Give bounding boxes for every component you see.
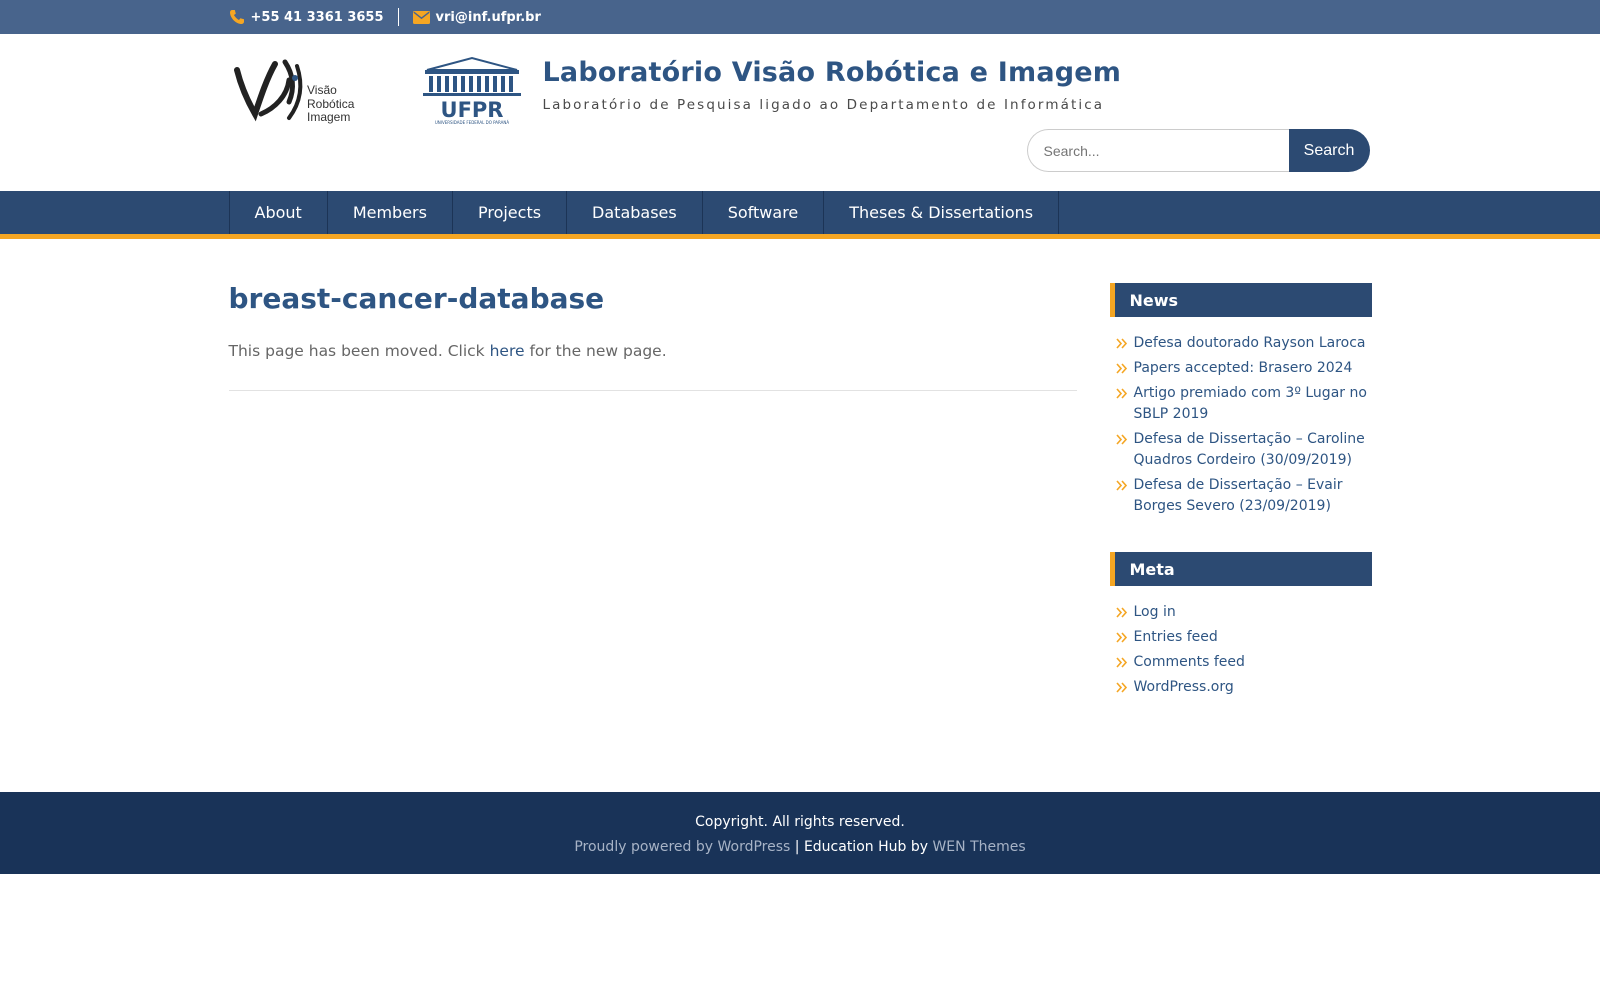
news-item-label: Defesa doutorado Rayson Laroca: [1133, 335, 1366, 351]
ufpr-text: UFPR: [440, 98, 503, 122]
page-text-after: for the new page.: [524, 341, 667, 360]
news-item-label: Papers accepted: Brasero 2024: [1133, 360, 1353, 376]
double-chevron-right-icon: [1115, 434, 1127, 445]
footer-separator: |: [790, 839, 804, 855]
news-item-label: Defesa de Dissertação – Evair Borges Sev…: [1133, 477, 1343, 514]
logo-text-visao: Visão: [307, 83, 337, 97]
news-item[interactable]: Defesa de Dissertação – Evair Borges Sev…: [1110, 475, 1372, 517]
news-widget-title: News: [1109, 283, 1372, 317]
site-footer: Copyright. All rights reserved. Proudly …: [0, 792, 1600, 874]
site-tagline: Laboratório de Pesquisa ligado ao Depart…: [542, 97, 1105, 113]
meta-item-wordpress[interactable]: WordPress.org: [1110, 677, 1372, 698]
phone-icon: [229, 10, 244, 24]
email-contact[interactable]: vri@inf.ufpr.br: [412, 9, 541, 25]
site-title[interactable]: Laboratório Visão Robótica e Imagem: [543, 57, 1122, 88]
ufpr-subtext: UNIVERSIDADE FEDERAL DO PARANÁ: [434, 120, 509, 125]
double-chevron-right-icon: [1115, 632, 1127, 643]
double-chevron-right-icon: [1115, 682, 1127, 693]
theme-name: Education Hub by: [803, 839, 933, 855]
logo-text-robotica: Robótica: [307, 97, 355, 111]
double-chevron-right-icon: [1115, 657, 1127, 668]
content-divider: [228, 389, 1077, 391]
powered-by: Proudly powered by WordPress | Education…: [0, 839, 1600, 855]
logo-text-imagem: Imagem: [307, 110, 350, 124]
phone-contact[interactable]: +55 41 3361 3655: [229, 9, 384, 25]
ufpr-logo[interactable]: UFPR UNIVERSIDADE FEDERAL DO PARANÁ: [419, 56, 525, 126]
page-title: breast-cancer-database: [228, 282, 605, 315]
site-header: Visão Robótica Imagem UFPR UNIVERSIDADE …: [229, 34, 1372, 191]
copyright-text: Copyright. All rights reserved.: [695, 814, 905, 830]
search-form: Search: [1026, 129, 1370, 172]
nav-item-about[interactable]: About: [228, 191, 327, 234]
envelope-icon: [412, 10, 430, 24]
topbar-divider: [397, 8, 399, 26]
main-navigation: About Members Projects Databases Softwar…: [0, 191, 1600, 239]
double-chevron-right-icon: [1115, 338, 1127, 349]
page-text-before: This page has been moved. Click: [228, 341, 490, 360]
phone-number: +55 41 3361 3655: [250, 9, 384, 25]
double-chevron-right-icon: [1115, 480, 1127, 491]
vri-logo[interactable]: Visão Robótica Imagem: [231, 56, 366, 126]
top-bar: +55 41 3361 3655 vri@inf.ufpr.br: [0, 0, 1600, 34]
meta-widget-title: Meta: [1109, 552, 1372, 586]
search-input[interactable]: [1026, 129, 1289, 172]
here-link[interactable]: here: [490, 342, 525, 360]
meta-item-comments-feed[interactable]: Comments feed: [1110, 652, 1372, 673]
news-item[interactable]: Papers accepted: Brasero 2024: [1110, 358, 1372, 379]
meta-item-label: Comments feed: [1133, 654, 1245, 670]
theme-author-link[interactable]: WEN Themes: [932, 839, 1025, 855]
content-area: breast-cancer-database This page has bee…: [228, 239, 1372, 733]
meta-item-label: Log in: [1133, 604, 1176, 620]
nav-item-software[interactable]: Software: [701, 191, 824, 234]
double-chevron-right-icon: [1115, 388, 1127, 399]
news-item[interactable]: Artigo premiado com 3º Lugar no SBLP 201…: [1110, 383, 1372, 425]
news-widget: News Defesa doutorado Rayson Laroca Pape…: [1109, 283, 1372, 517]
double-chevron-right-icon: [1115, 363, 1127, 374]
meta-item-label: Entries feed: [1133, 629, 1218, 645]
news-item[interactable]: Defesa de Dissertação – Caroline Quadros…: [1110, 429, 1372, 471]
news-item-label: Artigo premiado com 3º Lugar no SBLP 201…: [1133, 385, 1367, 422]
page-text: This page has been moved. Click here for…: [229, 342, 1077, 360]
nav-item-members[interactable]: Members: [326, 191, 452, 234]
nav-item-databases[interactable]: Databases: [566, 191, 702, 234]
nav-item-projects[interactable]: Projects: [451, 191, 566, 234]
meta-item-entries-feed[interactable]: Entries feed: [1110, 627, 1372, 648]
meta-item-label: WordPress.org: [1133, 679, 1234, 695]
nav-item-theses[interactable]: Theses & Dissertations: [823, 191, 1060, 234]
email-address: vri@inf.ufpr.br: [435, 9, 541, 25]
meta-item-login[interactable]: Log in: [1110, 602, 1372, 623]
search-button[interactable]: Search: [1288, 129, 1370, 172]
news-item-label: Defesa de Dissertação – Caroline Quadros…: [1133, 431, 1365, 468]
sidebar: News Defesa doutorado Rayson Laroca Pape…: [1109, 283, 1372, 733]
powered-by-wordpress-link[interactable]: Proudly powered by WordPress: [574, 839, 790, 855]
news-item[interactable]: Defesa doutorado Rayson Laroca: [1110, 333, 1372, 354]
meta-widget: Meta Log in Entries feed Comments feed W…: [1109, 552, 1372, 698]
double-chevron-right-icon: [1115, 607, 1127, 618]
main-content: breast-cancer-database This page has bee…: [228, 282, 1077, 733]
